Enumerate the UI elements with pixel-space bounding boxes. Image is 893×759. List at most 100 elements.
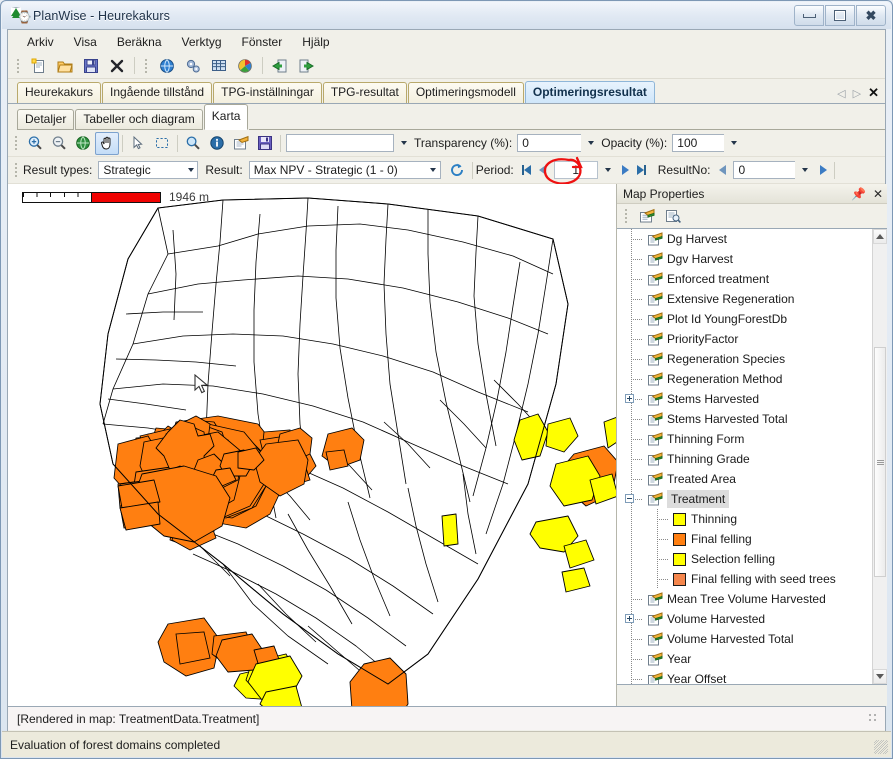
- tab-heurekakurs[interactable]: Heurekakurs: [17, 82, 102, 103]
- save-map-icon[interactable]: [253, 132, 277, 155]
- scroll-thumb[interactable]: [874, 347, 886, 577]
- tree-legend-item[interactable]: Final felling: [617, 529, 873, 549]
- refresh-circular-arrow-icon[interactable]: [445, 159, 469, 182]
- tree-layer-item[interactable]: Enforced treatment: [617, 269, 873, 289]
- result-types-caret-icon[interactable]: [187, 168, 194, 172]
- tree-layer-item[interactable]: Stems Harvested Total: [617, 409, 873, 429]
- tree-layer-item[interactable]: Extensive Regeneration: [617, 289, 873, 309]
- menu-fonster[interactable]: Fönster: [232, 32, 293, 52]
- add-layer-icon[interactable]: [635, 205, 659, 228]
- tree-layer-item[interactable]: Thinning Grade: [617, 449, 873, 469]
- tree-layer-item[interactable]: Year: [617, 649, 873, 669]
- opacity-caret-icon[interactable]: [731, 141, 738, 145]
- opacity-input[interactable]: 100: [672, 134, 725, 152]
- menu-visa[interactable]: Visa: [64, 32, 107, 52]
- tree-layer-item[interactable]: Mean Tree Volume Harvested: [617, 589, 873, 609]
- scroll-up-icon[interactable]: [873, 229, 887, 244]
- close-icon[interactable]: ✕: [873, 187, 883, 201]
- scroll-down-icon[interactable]: [873, 669, 887, 684]
- globe-icon[interactable]: [155, 54, 179, 77]
- period-caret-icon[interactable]: [604, 168, 611, 172]
- resultno-input[interactable]: 0: [733, 161, 796, 179]
- info-icon[interactable]: [205, 132, 229, 155]
- period-first-button[interactable]: [519, 165, 535, 175]
- tab-tpg-installningar[interactable]: TPG-inställningar: [213, 82, 322, 103]
- layer-combo-caret-icon[interactable]: [401, 141, 407, 145]
- toolbar-grip-2[interactable]: [143, 58, 150, 74]
- zoom-out-icon[interactable]: [47, 132, 71, 155]
- magnifier-icon[interactable]: [181, 132, 205, 155]
- period-last-button[interactable]: [634, 165, 650, 175]
- import-arrow-icon[interactable]: [268, 54, 292, 77]
- expand-plus-icon[interactable]: [625, 614, 634, 623]
- tab-close-icon[interactable]: ✕: [868, 85, 879, 101]
- panel-toolbar-grip[interactable]: [623, 208, 630, 224]
- full-extent-globe-icon[interactable]: [71, 132, 95, 155]
- tab-next-icon[interactable]: ▷: [853, 87, 861, 100]
- minimize-button[interactable]: [794, 5, 824, 26]
- map-canvas[interactable]: 1946 m: [8, 184, 617, 706]
- pin-icon[interactable]: 📌: [851, 187, 866, 201]
- result-toolbar-grip[interactable]: [13, 162, 20, 178]
- tree-vertical-scrollbar[interactable]: [872, 229, 887, 684]
- tree-layer-item[interactable]: Regeneration Species: [617, 349, 873, 369]
- tab-ingaende-tillstand[interactable]: Ingående tillstånd: [102, 82, 213, 103]
- map-properties-tree[interactable]: Dg Harvest Dgv Harvest Enforced treatment E…: [617, 228, 887, 685]
- tab-optimeringsmodell[interactable]: Optimeringsmodell: [407, 82, 524, 103]
- expand-plus-icon[interactable]: [625, 394, 634, 403]
- menu-hjalp[interactable]: Hjälp: [292, 32, 339, 52]
- transparency-caret-icon[interactable]: [588, 141, 595, 145]
- collapse-minus-icon[interactable]: [625, 494, 634, 503]
- resultno-next-button[interactable]: [815, 165, 831, 175]
- tree-layer-item[interactable]: Dg Harvest: [617, 229, 873, 249]
- tree-layer-item[interactable]: Volume Harvested: [617, 609, 873, 629]
- result-combo[interactable]: Max NPV - Strategic (1 - 0): [248, 161, 441, 179]
- layer-combo[interactable]: [286, 134, 394, 152]
- result-caret-icon[interactable]: [430, 168, 437, 172]
- new-icon[interactable]: [27, 54, 51, 77]
- toolbar-grip[interactable]: [15, 58, 22, 74]
- tab-detaljer[interactable]: Detaljer: [17, 109, 75, 130]
- tree-layer-item[interactable]: Stems Harvested: [617, 389, 873, 409]
- tab-tabeller-och-diagram[interactable]: Tabeller och diagram: [75, 109, 203, 130]
- resize-grip[interactable]: [874, 740, 888, 754]
- tree-layer-item[interactable]: Volume Harvested Total: [617, 629, 873, 649]
- resultno-prev-button[interactable]: [714, 165, 730, 175]
- tree-layer-item[interactable]: Treatment: [617, 489, 873, 509]
- result-types-combo[interactable]: Strategic: [98, 161, 199, 179]
- save-disk-icon[interactable]: [79, 54, 103, 77]
- period-next-button[interactable]: [618, 165, 634, 175]
- tree-layer-item[interactable]: Dgv Harvest: [617, 249, 873, 269]
- tree-layer-item[interactable]: Treated Area: [617, 469, 873, 489]
- export-arrow-icon[interactable]: [294, 54, 318, 77]
- tab-tpg-resultat[interactable]: TPG-resultat: [322, 82, 407, 103]
- tab-prev-icon[interactable]: ◁: [837, 87, 845, 100]
- open-folder-icon[interactable]: [53, 54, 77, 77]
- gears-icon[interactable]: [181, 54, 205, 77]
- map-toolbar-grip[interactable]: [13, 135, 20, 151]
- menu-berakna[interactable]: Beräkna: [107, 32, 172, 52]
- menu-verktyg[interactable]: Verktyg: [172, 32, 232, 52]
- tree-legend-item[interactable]: Final felling with seed trees: [617, 569, 873, 589]
- tree-legend-item[interactable]: Selection felling: [617, 549, 873, 569]
- pointer-select-icon[interactable]: [126, 132, 150, 155]
- period-prev-button[interactable]: [535, 165, 551, 175]
- palette-icon[interactable]: [233, 54, 257, 77]
- map-properties-icon[interactable]: [229, 132, 253, 155]
- rectangle-select-icon[interactable]: [150, 132, 174, 155]
- find-layer-icon[interactable]: [661, 205, 685, 228]
- tree-layer-item[interactable]: PriorityFactor: [617, 329, 873, 349]
- maximize-button[interactable]: [825, 5, 855, 26]
- close-x-icon[interactable]: [105, 54, 129, 77]
- tree-layer-item[interactable]: Plot Id YoungForestDb: [617, 309, 873, 329]
- transparency-input[interactable]: 0: [517, 134, 582, 152]
- close-button[interactable]: ✖: [856, 5, 886, 26]
- tree-layer-item[interactable]: Thinning Form: [617, 429, 873, 449]
- tree-legend-item[interactable]: Thinning: [617, 509, 873, 529]
- grid-table-icon[interactable]: [207, 54, 231, 77]
- tree-layer-item[interactable]: Year Offset: [617, 669, 873, 684]
- zoom-in-icon[interactable]: [23, 132, 47, 155]
- resultno-caret-icon[interactable]: [802, 168, 809, 172]
- period-input[interactable]: 1: [553, 161, 598, 179]
- menu-arkiv[interactable]: Arkiv: [17, 32, 64, 52]
